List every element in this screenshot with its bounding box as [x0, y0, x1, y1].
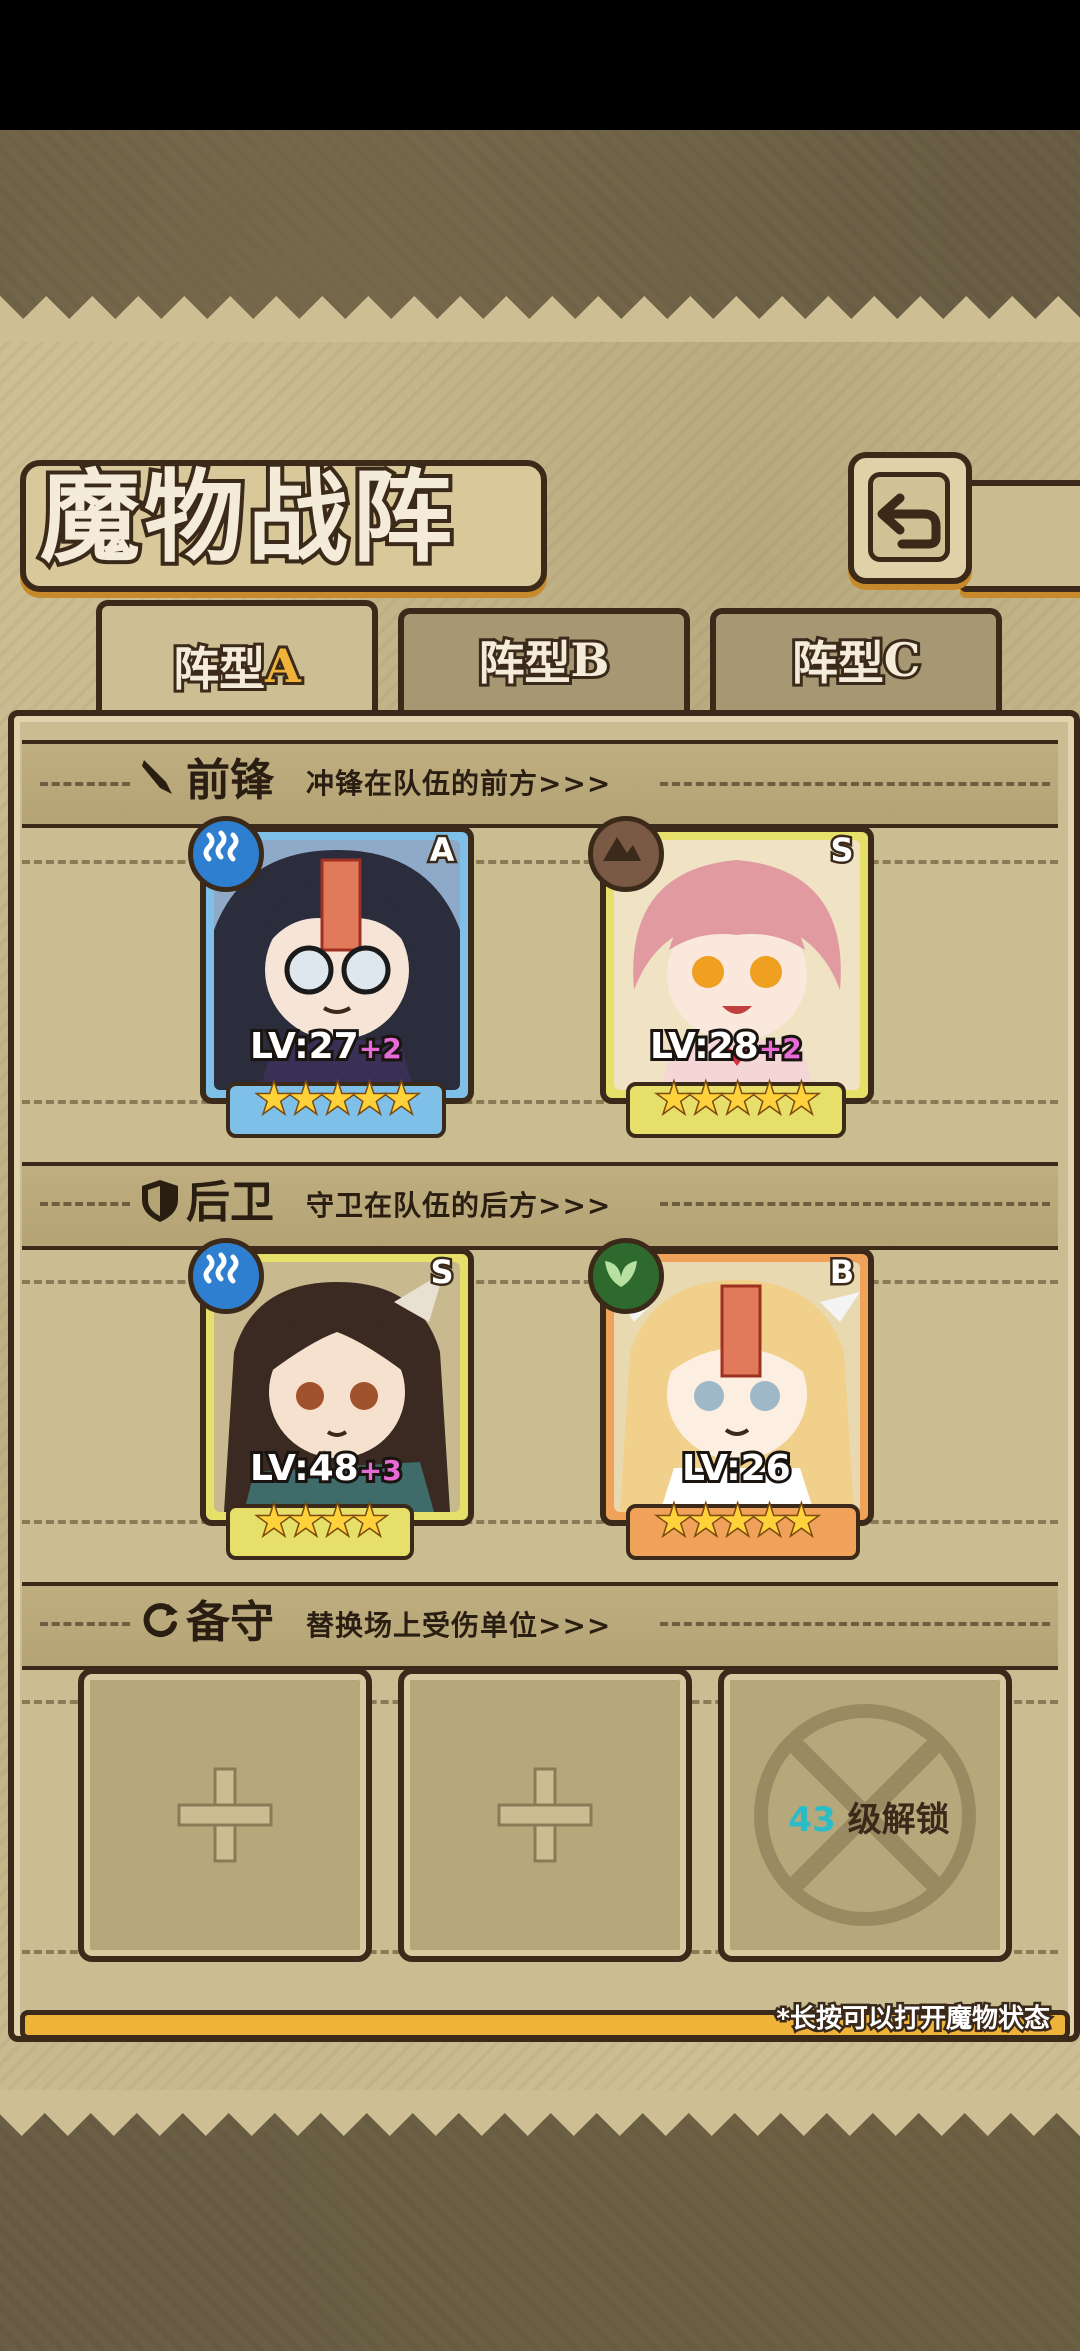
level-label: LV:48+3 [247, 1445, 405, 1498]
water-icon [188, 816, 264, 892]
unlock-level: 43 [788, 1800, 836, 1840]
row-guide-line [22, 1100, 1058, 1104]
monster-card[interactable]: S LV:48+3 ★★★★ [188, 1238, 474, 1560]
long-press-hint: *长按可以打开魔物状态 [774, 2002, 1053, 2037]
star-rating: ★★★★★ [654, 1075, 820, 1124]
section-front-subtitle: 冲锋在队伍的前方>>> [306, 767, 612, 800]
divider [660, 782, 1050, 786]
monster-card[interactable]: S LV:28+2 ★★★★★ [588, 816, 874, 1138]
sword-icon [142, 760, 172, 794]
plus-icon [497, 1767, 593, 1863]
unlock-requirement: 43 级解锁 [764, 1792, 974, 1841]
row-guide-line [22, 1280, 1058, 1284]
section-back-subtitle: 守卫在队伍的后方>>> [306, 1189, 612, 1222]
page-title: 魔物战阵 [36, 454, 456, 580]
divider [660, 1622, 1050, 1626]
rank-badge: B [827, 1251, 856, 1294]
section-reserve-title: 备守 [186, 1597, 274, 1648]
star-rating: ★★★★ [254, 1497, 388, 1546]
level-label: LV:27+2 [247, 1023, 405, 1076]
tab-label-prefix: 阵型 [789, 633, 887, 693]
reserve-slot-empty[interactable] [78, 1668, 372, 1962]
rank-badge: A [427, 829, 457, 872]
monster-card[interactable]: B LV:26 ★★★★★ [588, 1238, 874, 1560]
tab-label-prefix: 阵型 [476, 633, 574, 693]
level-label: LV:28+2 [647, 1023, 805, 1076]
level-value: LV:48 [247, 1445, 362, 1492]
section-back-title: 后卫 [186, 1177, 274, 1228]
monster-card[interactable]: A LV:27+2 ★★★★★ [188, 816, 474, 1138]
divider [40, 782, 130, 786]
zigzag-bottom-edge [0, 2090, 1080, 2136]
level-value: LV:27 [247, 1023, 362, 1070]
tab-formation-a[interactable]: 阵型 A [96, 616, 378, 716]
star-rating: ★★★★★ [254, 1075, 420, 1124]
row-guide-line [22, 860, 1058, 864]
plus-icon [177, 1767, 273, 1863]
level-label: LV:26 [679, 1445, 794, 1498]
water-icon [188, 1238, 264, 1314]
rank-badge: S [828, 829, 856, 872]
star-rating: ★★★★★ [654, 1497, 820, 1546]
tab-label-suffix: C [881, 630, 924, 690]
level-bonus: +2 [356, 1029, 405, 1068]
row-guide-line [22, 1520, 1058, 1524]
reserve-slot-empty[interactable] [398, 1668, 692, 1962]
level-bonus: +3 [356, 1451, 405, 1490]
rank-badge: S [428, 1251, 456, 1294]
divider [40, 1622, 130, 1626]
tab-label-suffix: A [262, 636, 304, 696]
level-bonus: +2 [756, 1029, 805, 1068]
earth-icon [588, 816, 664, 892]
section-front-title: 前锋 [186, 755, 274, 806]
back-button[interactable] [848, 452, 972, 584]
unlock-text: 级解锁 [847, 1800, 950, 1840]
reserve-slot-locked: 43 级解锁 [718, 1668, 1012, 1962]
divider [660, 1202, 1050, 1206]
divider [40, 1202, 130, 1206]
back-button-rail [960, 480, 1080, 592]
level-value: LV:28 [647, 1023, 762, 1070]
wood-icon [588, 1238, 664, 1314]
back-arrow-icon [877, 493, 941, 549]
section-reserve-subtitle: 替换场上受伤单位>>> [306, 1609, 612, 1642]
tab-formation-c[interactable]: 阵型 C [710, 610, 1002, 710]
shield-icon [142, 1180, 178, 1222]
tab-formation-b[interactable]: 阵型 B [398, 610, 690, 710]
level-value: LV:26 [679, 1445, 794, 1492]
tab-label-suffix: B [568, 630, 613, 690]
swap-icon [143, 1603, 178, 1638]
zigzag-top-edge [0, 296, 1080, 342]
tab-label-prefix: 阵型 [170, 639, 268, 699]
